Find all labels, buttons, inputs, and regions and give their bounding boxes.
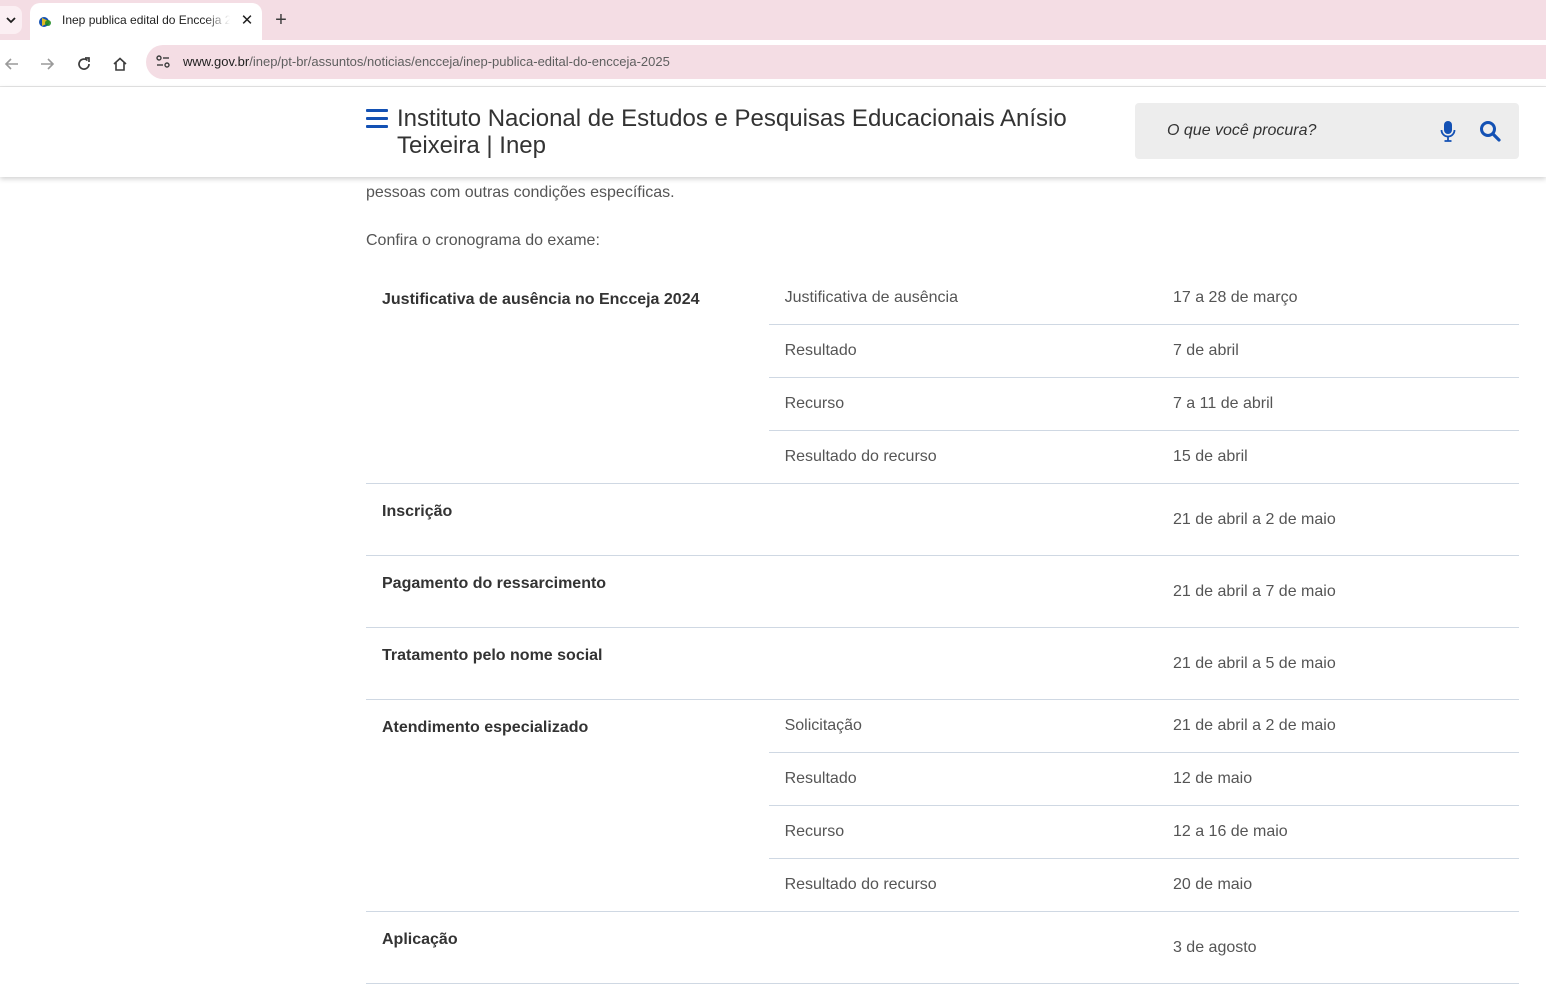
tab-title: Inep publica edital do Encceja 2025 (62, 13, 230, 27)
table-row: Inscrição 21 de abril a 2 de maio (366, 483, 1519, 556)
url-domain: www.gov.br (183, 54, 250, 69)
date-cell: 21 de abril a 2 de maio (1156, 483, 1519, 556)
date-cell: 21 de abril a 7 de maio (1156, 555, 1519, 628)
schedule-table: Justificativa de ausência no Encceja 202… (366, 272, 1519, 984)
url-text[interactable]: www.gov.br/inep/pt-br/assuntos/noticias/… (183, 54, 670, 69)
microphone-icon[interactable] (1440, 120, 1456, 142)
sub-step-cell: Recurso (768, 805, 1157, 859)
chevron-down-icon (6, 17, 16, 24)
search-input[interactable] (1135, 103, 1437, 159)
sub-step-cell (768, 483, 1157, 556)
reload-button[interactable] (72, 52, 96, 76)
url-path: /inep/pt-br/assuntos/noticias/encceja/in… (249, 54, 670, 69)
sub-step-cell (768, 911, 1157, 984)
sub-step-cell (768, 627, 1157, 700)
address-bar[interactable]: www.gov.br/inep/pt-br/assuntos/noticias/… (146, 45, 1546, 79)
schedule-intro: Confira o cronograma do exame: (366, 232, 600, 249)
hamburger-menu-icon[interactable] (366, 109, 388, 129)
phase-cell: Justificativa de ausência no Encceja 202… (366, 272, 769, 484)
browser-tab-strip: Inep publica edital do Encceja 2025 ✕ + (0, 0, 1546, 40)
date-cell: 15 de abril (1156, 430, 1519, 484)
phase-cell: Atendimento especializado (366, 699, 769, 912)
table-row: Justificativa de ausência no Encceja 202… (366, 272, 1519, 484)
search-icon[interactable] (1479, 120, 1501, 142)
reload-icon (78, 57, 90, 70)
date-cell: 21 de abril a 5 de maio (1156, 627, 1519, 700)
sub-step-cell: Recurso (768, 377, 1157, 431)
sub-step-cell: Resultado (768, 324, 1157, 378)
date-cell: 12 a 16 de maio (1156, 805, 1519, 859)
sub-step-cell: Resultado do recurso (768, 858, 1157, 912)
table-row: Atendimento especializado Solicitação 21… (366, 699, 1519, 912)
tab-search-button[interactable] (0, 6, 22, 34)
site-title[interactable]: Instituto Nacional de Estudos e Pesquisa… (397, 105, 1117, 159)
close-tab-icon[interactable]: ✕ (238, 12, 256, 30)
gov-br-favicon-icon (39, 17, 51, 27)
date-cell: 7 a 11 de abril (1156, 377, 1519, 431)
date-cell: 21 de abril a 2 de maio (1156, 699, 1519, 753)
date-cell: 7 de abril (1156, 324, 1519, 378)
table-row: Pagamento do ressarcimento 21 de abril a… (366, 555, 1519, 628)
date-cell: 12 de maio (1156, 752, 1519, 806)
arrow-left-icon (4, 58, 18, 70)
date-cell: 17 a 28 de março (1156, 272, 1519, 325)
table-row: Aplicação 3 de agosto (366, 911, 1519, 984)
new-tab-button[interactable]: + (270, 9, 292, 31)
sub-step-cell (768, 555, 1157, 628)
date-cell: 3 de agosto (1156, 911, 1519, 984)
phase-cell: Inscrição (366, 483, 769, 556)
sub-step-cell: Resultado (768, 752, 1157, 806)
forward-button[interactable] (35, 52, 59, 76)
back-button[interactable] (0, 52, 24, 76)
search-box (1135, 103, 1519, 159)
sub-step-cell: Justificativa de ausência (768, 272, 1157, 325)
arrow-right-icon (41, 58, 55, 70)
sub-step-cell: Resultado do recurso (768, 430, 1157, 484)
phase-cell: Pagamento do ressarcimento (366, 555, 769, 628)
site-header: Instituto Nacional de Estudos e Pesquisa… (0, 87, 1546, 177)
home-button[interactable] (108, 52, 132, 76)
browser-tab-active[interactable]: Inep publica edital do Encceja 2025 ✕ (30, 3, 262, 40)
phase-cell: Aplicação (366, 911, 769, 984)
browser-toolbar: www.gov.br/inep/pt-br/assuntos/noticias/… (0, 40, 1546, 87)
home-icon (113, 57, 127, 71)
table-row: Tratamento pelo nome social 21 de abril … (366, 627, 1519, 700)
phase-cell: Tratamento pelo nome social (366, 627, 769, 700)
partial-paragraph: pessoas com outras condições específicas… (366, 184, 675, 201)
site-info-icon[interactable] (154, 53, 172, 71)
sub-step-cell: Solicitação (768, 699, 1157, 753)
date-cell: 20 de maio (1156, 858, 1519, 912)
